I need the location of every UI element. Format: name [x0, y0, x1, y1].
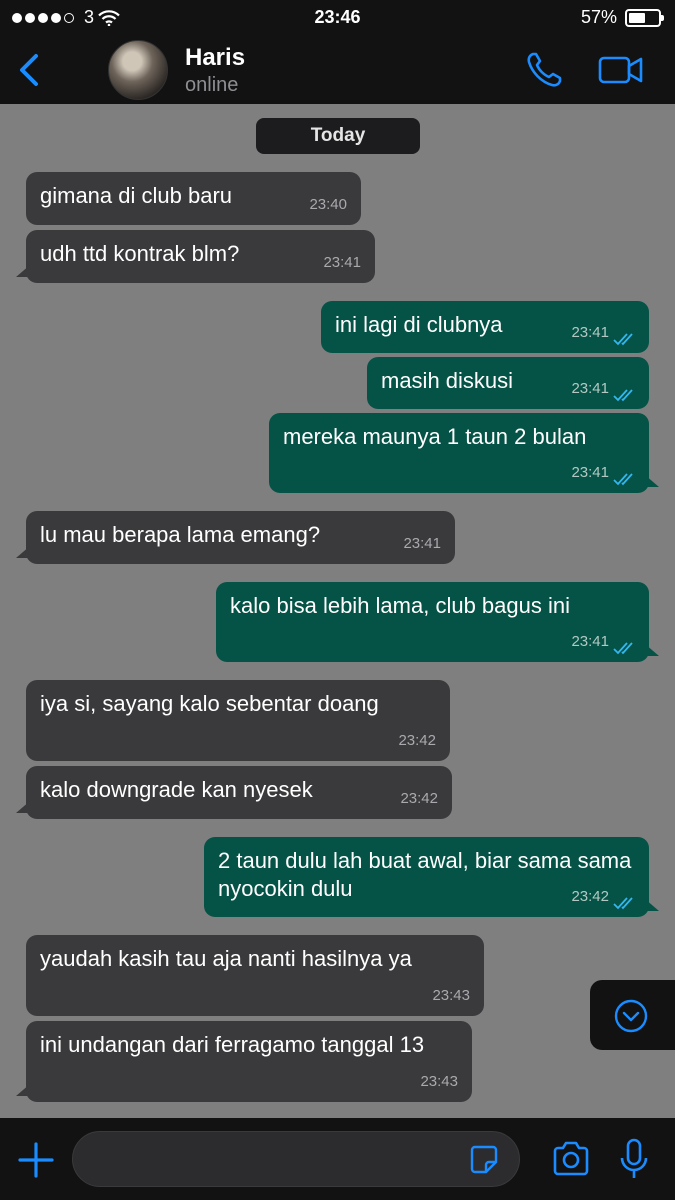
composer-bar — [0, 1118, 675, 1200]
message-text: 2 taun dulu lah buat awal, biar sama sam… — [218, 848, 632, 901]
double-check-icon — [613, 473, 633, 486]
message-bubble-outgoing[interactable]: kalo bisa lebih lama, club bagus ini 23:… — [216, 582, 659, 662]
battery-icon — [625, 8, 664, 27]
date-separator: Today — [256, 118, 420, 154]
message-bubble-outgoing[interactable]: 2 taun dulu lah buat awal, biar sama sam… — [204, 837, 659, 917]
sticker-icon[interactable] — [468, 1144, 500, 1176]
status-right: 57% — [580, 7, 664, 28]
contact-status: online — [185, 74, 239, 96]
status-time: 23:46 — [314, 7, 361, 27]
message-text: lu mau berapa lama emang? — [40, 522, 321, 547]
double-check-icon — [613, 389, 633, 402]
message-bubble-incoming[interactable]: lu mau berapa lama emang? 23:41 — [16, 511, 455, 564]
scroll-to-bottom-button[interactable] — [590, 980, 675, 1050]
battery-level — [629, 12, 645, 23]
camera-icon[interactable] — [551, 1140, 591, 1178]
message-bubble-outgoing[interactable]: mereka maunya 1 taun 2 bulan 23:41 — [269, 413, 659, 493]
message-time: 23:42 — [571, 888, 609, 905]
message-time: 23:41 — [571, 324, 609, 341]
message-time: 23:41 — [403, 535, 441, 552]
message-time: 23:42 — [400, 790, 438, 807]
chevron-down-circle-icon — [614, 999, 648, 1033]
message-text: gimana di club baru — [40, 183, 233, 208]
contact-name[interactable]: Haris — [185, 44, 245, 72]
message-time: 23:43 — [420, 1073, 458, 1090]
message-time: 23:40 — [309, 196, 347, 213]
message-text: yaudah kasih tau aja nanti hasilnya ya — [40, 946, 412, 971]
message-bubble-outgoing[interactable]: ini lagi di clubnya 23:41 — [321, 301, 649, 353]
message-bubble-incoming[interactable]: iya si, sayang kalo sebentar doang 23:42 — [26, 680, 450, 761]
message-bubble-incoming[interactable]: kalo downgrade kan nyesek 23:42 — [16, 766, 452, 819]
message-text: kalo bisa lebih lama, club bagus ini — [230, 593, 570, 618]
message-time: 23:41 — [571, 380, 609, 397]
message-text: iya si, sayang kalo sebentar doang — [40, 691, 379, 716]
message-time: 23:41 — [571, 464, 609, 481]
avatar[interactable] — [108, 40, 168, 100]
phone-icon[interactable] — [524, 50, 564, 90]
message-time: 23:43 — [432, 987, 470, 1004]
message-list[interactable]: Today gimana di club baru 23:40 udh ttd … — [0, 104, 675, 1118]
chat-header: Haris online — [0, 36, 675, 104]
message-text: ini undangan dari ferragamo tanggal 13 — [40, 1032, 425, 1057]
message-bubble-incoming[interactable]: gimana di club baru 23:40 — [26, 172, 361, 225]
message-bubble-incoming[interactable]: ini undangan dari ferragamo tanggal 13 2… — [16, 1021, 472, 1102]
message-bubble-incoming[interactable]: udh ttd kontrak blm? 23:41 — [16, 230, 375, 283]
microphone-icon[interactable] — [618, 1138, 650, 1182]
message-text: ini lagi di clubnya — [335, 312, 503, 337]
double-check-icon — [613, 897, 633, 910]
double-check-icon — [613, 642, 633, 655]
status-bar: 3 23:46 57% — [0, 0, 675, 36]
message-text: udh ttd kontrak blm? — [40, 241, 240, 266]
message-bubble-incoming[interactable]: yaudah kasih tau aja nanti hasilnya ya 2… — [26, 935, 484, 1016]
message-text: mereka maunya 1 taun 2 bulan — [283, 424, 587, 449]
message-bubble-outgoing[interactable]: masih diskusi 23:41 — [367, 357, 649, 409]
message-time: 23:41 — [323, 254, 361, 271]
message-time: 23:42 — [398, 732, 436, 749]
back-chevron-icon[interactable] — [12, 50, 48, 90]
battery-percent: 57% — [580, 7, 617, 27]
message-time: 23:41 — [571, 633, 609, 650]
video-camera-icon[interactable] — [598, 52, 644, 88]
message-input[interactable] — [72, 1131, 520, 1187]
plus-icon[interactable] — [16, 1140, 56, 1180]
message-text: masih diskusi — [381, 368, 514, 393]
message-text: kalo downgrade kan nyesek — [40, 777, 313, 802]
double-check-icon — [613, 333, 633, 346]
